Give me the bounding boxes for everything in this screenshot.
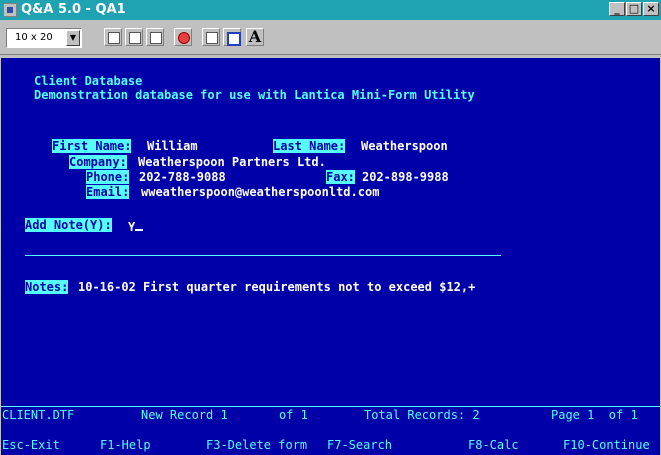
- status-of: of 1: [279, 408, 308, 422]
- email-field[interactable]: wweatherspoon@weatherspoonltd.com: [141, 185, 379, 199]
- text-cursor: [135, 218, 144, 231]
- add-note-field[interactable]: Y: [128, 218, 144, 234]
- notes-label: Notes:: [25, 280, 69, 294]
- copy-icon[interactable]: [125, 28, 143, 46]
- maximize-button[interactable]: □: [626, 2, 642, 16]
- window-title: Q&A 5.0 - QA1: [21, 2, 126, 17]
- company-field[interactable]: Weatherspoon Partners Ltd.: [138, 155, 326, 169]
- paste-icon[interactable]: [146, 28, 164, 46]
- status-page: Page 1 of 1: [551, 408, 638, 422]
- phone-field[interactable]: 202-788-9088: [139, 170, 226, 184]
- first-name-label: First Name:: [52, 139, 132, 153]
- status-total: Total Records: 2: [364, 408, 480, 422]
- chevron-down-icon[interactable]: ▼: [66, 30, 80, 46]
- notes-field[interactable]: 10-16-02 First quarter requirements not …: [78, 280, 475, 294]
- add-note-value: Y: [128, 220, 136, 234]
- status-record: New Record 1: [141, 408, 228, 422]
- close-button[interactable]: ×: [643, 2, 659, 16]
- fkey-f8-calc[interactable]: F8-Calc: [468, 438, 519, 452]
- email-label: Email:: [86, 185, 130, 199]
- add-note-label: Add Note(Y):: [25, 218, 112, 232]
- status-file: CLIENT.DTF: [2, 408, 75, 422]
- window-icon[interactable]: [223, 28, 241, 46]
- fax-label: Fax:: [326, 170, 355, 184]
- properties-icon[interactable]: [202, 28, 220, 46]
- window-controls: _ □ ×: [609, 2, 659, 16]
- lifesaver-icon[interactable]: [174, 28, 192, 46]
- db-title: Client Database: [34, 74, 143, 88]
- fkey-f3-delete-form[interactable]: F3-Delete form: [206, 438, 307, 452]
- fkey-f1-help[interactable]: F1-Help: [100, 438, 151, 452]
- font-size-select[interactable]: 10 x 20 ▼: [6, 28, 82, 48]
- frame-icon[interactable]: [104, 28, 122, 46]
- title-bar[interactable]: Q&A 5.0 - QA1 _ □ ×: [0, 0, 661, 20]
- first-name-field[interactable]: William: [147, 139, 198, 153]
- font-icon[interactable]: A: [246, 28, 264, 46]
- last-name-field[interactable]: Weatherspoon: [361, 139, 448, 153]
- divider: [25, 255, 501, 256]
- last-name-label: Last Name:: [273, 139, 346, 153]
- app-icon[interactable]: [3, 3, 17, 17]
- fkey-f10-continue[interactable]: F10-Continue: [563, 438, 650, 452]
- font-size-value: 10 x 20: [15, 32, 53, 43]
- app-window: Q&A 5.0 - QA1 _ □ × 10 x 20 ▼ A Client D…: [0, 0, 661, 455]
- terminal-screen: Client Database Demonstration database f…: [1, 58, 660, 455]
- fkey-f7-search[interactable]: F7-Search: [327, 438, 392, 452]
- minimize-button[interactable]: _: [609, 2, 625, 16]
- company-label: Company:: [69, 155, 127, 169]
- fkey-esc-exit[interactable]: Esc-Exit: [2, 438, 60, 452]
- status-divider: [1, 406, 660, 407]
- toolbar: 10 x 20 ▼ A: [0, 20, 661, 55]
- fax-field[interactable]: 202-898-9988: [362, 170, 449, 184]
- db-subtitle: Demonstration database for use with Lant…: [34, 88, 475, 102]
- phone-label: Phone:: [86, 170, 130, 184]
